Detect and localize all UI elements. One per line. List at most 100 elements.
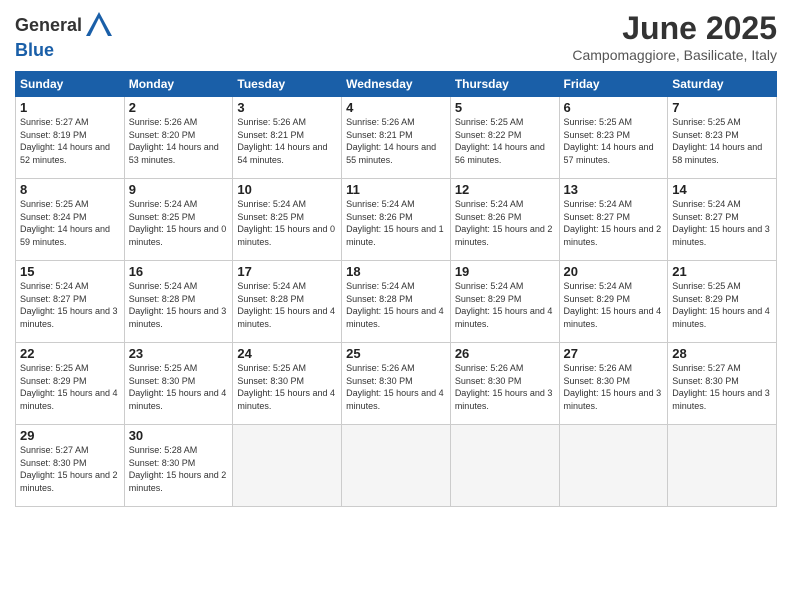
table-row	[559, 425, 668, 507]
day-info: Sunrise: 5:25 AM Sunset: 8:23 PM Dayligh…	[672, 116, 772, 166]
day-number: 14	[672, 182, 772, 197]
day-number: 18	[346, 264, 446, 279]
table-row: 18Sunrise: 5:24 AM Sunset: 8:28 PM Dayli…	[342, 261, 451, 343]
day-info: Sunrise: 5:24 AM Sunset: 8:27 PM Dayligh…	[564, 198, 664, 248]
table-row: 14Sunrise: 5:24 AM Sunset: 8:27 PM Dayli…	[668, 179, 777, 261]
table-row: 16Sunrise: 5:24 AM Sunset: 8:28 PM Dayli…	[124, 261, 233, 343]
table-row: 8Sunrise: 5:25 AM Sunset: 8:24 PM Daylig…	[16, 179, 125, 261]
day-info: Sunrise: 5:25 AM Sunset: 8:29 PM Dayligh…	[672, 280, 772, 330]
table-row	[450, 425, 559, 507]
day-number: 29	[20, 428, 120, 443]
day-number: 15	[20, 264, 120, 279]
day-info: Sunrise: 5:24 AM Sunset: 8:25 PM Dayligh…	[129, 198, 229, 248]
calendar-week-row: 29Sunrise: 5:27 AM Sunset: 8:30 PM Dayli…	[16, 425, 777, 507]
table-row: 20Sunrise: 5:24 AM Sunset: 8:29 PM Dayli…	[559, 261, 668, 343]
table-row: 22Sunrise: 5:25 AM Sunset: 8:29 PM Dayli…	[16, 343, 125, 425]
location-title: Campomaggiore, Basilicate, Italy	[572, 47, 777, 63]
day-info: Sunrise: 5:25 AM Sunset: 8:30 PM Dayligh…	[237, 362, 337, 412]
day-number: 8	[20, 182, 120, 197]
calendar-table: Sunday Monday Tuesday Wednesday Thursday…	[15, 71, 777, 507]
table-row: 12Sunrise: 5:24 AM Sunset: 8:26 PM Dayli…	[450, 179, 559, 261]
day-number: 10	[237, 182, 337, 197]
day-number: 3	[237, 100, 337, 115]
col-monday: Monday	[124, 72, 233, 97]
table-row: 27Sunrise: 5:26 AM Sunset: 8:30 PM Dayli…	[559, 343, 668, 425]
day-info: Sunrise: 5:25 AM Sunset: 8:30 PM Dayligh…	[129, 362, 229, 412]
table-row: 24Sunrise: 5:25 AM Sunset: 8:30 PM Dayli…	[233, 343, 342, 425]
table-row	[342, 425, 451, 507]
table-row: 25Sunrise: 5:26 AM Sunset: 8:30 PM Dayli…	[342, 343, 451, 425]
day-number: 4	[346, 100, 446, 115]
day-number: 6	[564, 100, 664, 115]
day-number: 26	[455, 346, 555, 361]
table-row: 28Sunrise: 5:27 AM Sunset: 8:30 PM Dayli…	[668, 343, 777, 425]
table-row: 1Sunrise: 5:27 AM Sunset: 8:19 PM Daylig…	[16, 97, 125, 179]
col-sunday: Sunday	[16, 72, 125, 97]
day-info: Sunrise: 5:25 AM Sunset: 8:22 PM Dayligh…	[455, 116, 555, 166]
table-row: 2Sunrise: 5:26 AM Sunset: 8:20 PM Daylig…	[124, 97, 233, 179]
day-number: 22	[20, 346, 120, 361]
table-row: 19Sunrise: 5:24 AM Sunset: 8:29 PM Dayli…	[450, 261, 559, 343]
table-row: 13Sunrise: 5:24 AM Sunset: 8:27 PM Dayli…	[559, 179, 668, 261]
day-info: Sunrise: 5:25 AM Sunset: 8:29 PM Dayligh…	[20, 362, 120, 412]
day-info: Sunrise: 5:24 AM Sunset: 8:28 PM Dayligh…	[237, 280, 337, 330]
day-info: Sunrise: 5:24 AM Sunset: 8:28 PM Dayligh…	[129, 280, 229, 330]
day-number: 19	[455, 264, 555, 279]
table-row	[668, 425, 777, 507]
day-info: Sunrise: 5:27 AM Sunset: 8:19 PM Dayligh…	[20, 116, 120, 166]
day-number: 16	[129, 264, 229, 279]
day-number: 11	[346, 182, 446, 197]
logo-icon	[84, 10, 114, 40]
table-row: 21Sunrise: 5:25 AM Sunset: 8:29 PM Dayli…	[668, 261, 777, 343]
header-row: Sunday Monday Tuesday Wednesday Thursday…	[16, 72, 777, 97]
day-number: 20	[564, 264, 664, 279]
day-info: Sunrise: 5:26 AM Sunset: 8:21 PM Dayligh…	[237, 116, 337, 166]
day-info: Sunrise: 5:25 AM Sunset: 8:24 PM Dayligh…	[20, 198, 120, 248]
day-number: 27	[564, 346, 664, 361]
day-number: 23	[129, 346, 229, 361]
calendar-week-row: 22Sunrise: 5:25 AM Sunset: 8:29 PM Dayli…	[16, 343, 777, 425]
col-thursday: Thursday	[450, 72, 559, 97]
day-number: 2	[129, 100, 229, 115]
day-number: 9	[129, 182, 229, 197]
day-number: 30	[129, 428, 229, 443]
day-info: Sunrise: 5:24 AM Sunset: 8:29 PM Dayligh…	[455, 280, 555, 330]
table-row: 30Sunrise: 5:28 AM Sunset: 8:30 PM Dayli…	[124, 425, 233, 507]
day-number: 5	[455, 100, 555, 115]
day-number: 13	[564, 182, 664, 197]
day-number: 21	[672, 264, 772, 279]
table-row: 6Sunrise: 5:25 AM Sunset: 8:23 PM Daylig…	[559, 97, 668, 179]
day-info: Sunrise: 5:26 AM Sunset: 8:30 PM Dayligh…	[346, 362, 446, 412]
title-block: June 2025 Campomaggiore, Basilicate, Ita…	[572, 10, 777, 63]
table-row: 4Sunrise: 5:26 AM Sunset: 8:21 PM Daylig…	[342, 97, 451, 179]
table-row	[233, 425, 342, 507]
logo-general: General	[15, 15, 82, 36]
table-row: 3Sunrise: 5:26 AM Sunset: 8:21 PM Daylig…	[233, 97, 342, 179]
day-info: Sunrise: 5:24 AM Sunset: 8:26 PM Dayligh…	[455, 198, 555, 248]
table-row: 9Sunrise: 5:24 AM Sunset: 8:25 PM Daylig…	[124, 179, 233, 261]
day-number: 12	[455, 182, 555, 197]
day-number: 1	[20, 100, 120, 115]
day-info: Sunrise: 5:26 AM Sunset: 8:30 PM Dayligh…	[455, 362, 555, 412]
day-number: 25	[346, 346, 446, 361]
table-row: 26Sunrise: 5:26 AM Sunset: 8:30 PM Dayli…	[450, 343, 559, 425]
day-info: Sunrise: 5:24 AM Sunset: 8:27 PM Dayligh…	[672, 198, 772, 248]
table-row: 5Sunrise: 5:25 AM Sunset: 8:22 PM Daylig…	[450, 97, 559, 179]
day-info: Sunrise: 5:27 AM Sunset: 8:30 PM Dayligh…	[20, 444, 120, 494]
calendar-week-row: 15Sunrise: 5:24 AM Sunset: 8:27 PM Dayli…	[16, 261, 777, 343]
col-wednesday: Wednesday	[342, 72, 451, 97]
logo: General Blue	[15, 10, 114, 61]
day-info: Sunrise: 5:26 AM Sunset: 8:20 PM Dayligh…	[129, 116, 229, 166]
calendar-week-row: 8Sunrise: 5:25 AM Sunset: 8:24 PM Daylig…	[16, 179, 777, 261]
day-info: Sunrise: 5:24 AM Sunset: 8:27 PM Dayligh…	[20, 280, 120, 330]
day-info: Sunrise: 5:26 AM Sunset: 8:21 PM Dayligh…	[346, 116, 446, 166]
table-row: 23Sunrise: 5:25 AM Sunset: 8:30 PM Dayli…	[124, 343, 233, 425]
table-row: 17Sunrise: 5:24 AM Sunset: 8:28 PM Dayli…	[233, 261, 342, 343]
col-tuesday: Tuesday	[233, 72, 342, 97]
day-info: Sunrise: 5:25 AM Sunset: 8:23 PM Dayligh…	[564, 116, 664, 166]
col-saturday: Saturday	[668, 72, 777, 97]
day-info: Sunrise: 5:27 AM Sunset: 8:30 PM Dayligh…	[672, 362, 772, 412]
table-row: 10Sunrise: 5:24 AM Sunset: 8:25 PM Dayli…	[233, 179, 342, 261]
day-number: 7	[672, 100, 772, 115]
calendar-week-row: 1Sunrise: 5:27 AM Sunset: 8:19 PM Daylig…	[16, 97, 777, 179]
